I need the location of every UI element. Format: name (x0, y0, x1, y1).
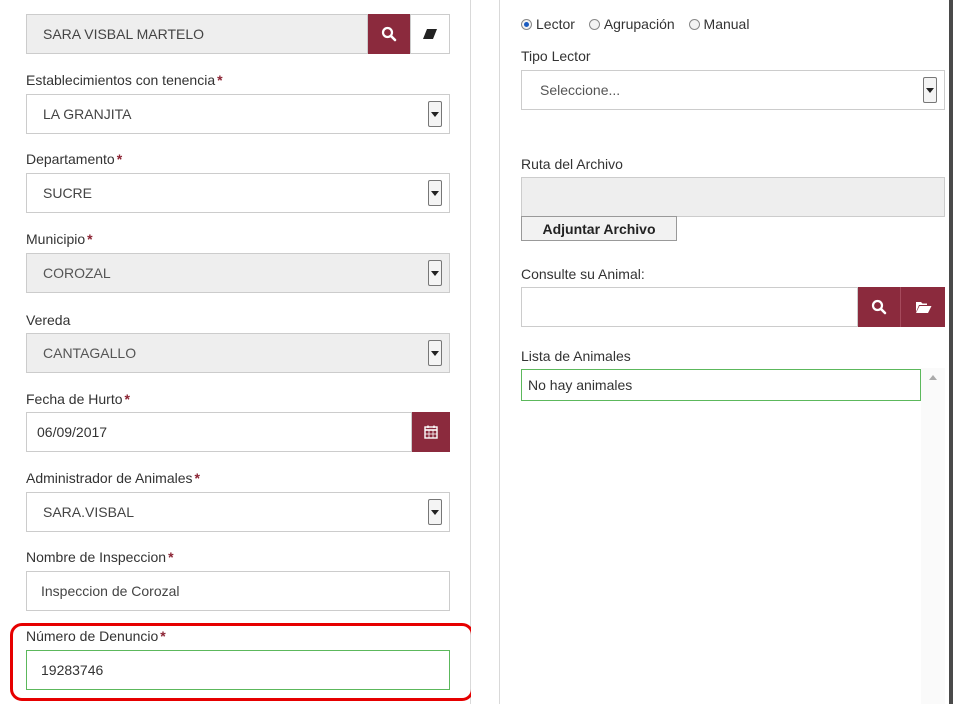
calendar-icon (424, 425, 438, 439)
right-form-panel: Lector Agrupación Manual Tipo Lector Sel… (499, 0, 953, 704)
reader-type-label: Tipo Lector (521, 48, 591, 64)
chevron-down-icon[interactable] (428, 101, 442, 127)
vereda-value: CANTAGALLO (43, 345, 137, 361)
chevron-down-icon[interactable] (428, 180, 442, 206)
folder-open-icon (915, 301, 931, 313)
required-marker: * (87, 231, 93, 247)
vereda-select[interactable]: CANTAGALLO (26, 333, 450, 373)
animal-search-label: Consulte su Animal: (521, 266, 645, 282)
chevron-down-icon[interactable] (923, 77, 937, 103)
owner-value: SARA VISBAL MARTELO (43, 26, 205, 42)
animal-search-button[interactable] (858, 287, 901, 327)
theft-date-label-text: Fecha de Hurto (26, 391, 123, 407)
vereda-label-text: Vereda (26, 312, 71, 328)
required-marker: * (124, 391, 130, 407)
theft-date-label: Fecha de Hurto * (26, 391, 130, 407)
inspection-name-label: Nombre de Inspeccion * (26, 549, 174, 565)
window-edge (949, 0, 953, 704)
annotation-highlight (10, 623, 474, 701)
required-marker: * (217, 72, 223, 88)
date-picker-button[interactable] (412, 412, 450, 452)
eraser-icon (423, 29, 437, 39)
open-folder-button[interactable] (901, 287, 945, 327)
department-select[interactable]: SUCRE (26, 173, 450, 213)
mode-radio-group: Lector Agrupación Manual (521, 16, 749, 32)
animal-list-box[interactable]: No hay animales (521, 369, 921, 401)
inspection-name-input[interactable]: Inspeccion de Corozal (26, 571, 450, 611)
attach-file-button[interactable]: Adjuntar Archivo (521, 216, 677, 241)
vereda-label: Vereda (26, 312, 70, 328)
establishments-label-text: Establecimientos con tenencia (26, 72, 216, 88)
animal-list-empty-text: No hay animales (528, 377, 633, 393)
animal-list-label: Lista de Animales (521, 348, 631, 364)
inspection-name-value: Inspeccion de Corozal (41, 583, 180, 599)
radio-button[interactable] (521, 19, 532, 30)
required-marker: * (116, 151, 123, 167)
municipality-select[interactable]: COROZAL (26, 253, 450, 293)
establishments-value: LA GRANJITA (43, 106, 132, 122)
chevron-down-icon[interactable] (428, 260, 442, 286)
scroll-up-arrow-icon[interactable] (929, 375, 937, 380)
radio-label: Manual (703, 16, 750, 32)
department-label: Departamento * (26, 151, 122, 167)
owner-clear-button[interactable] (410, 14, 450, 54)
animal-list-scrollbar[interactable] (921, 368, 945, 704)
animal-admin-label: Administrador de Animales * (26, 470, 200, 486)
radio-agrupacion[interactable]: Agrupación (588, 16, 675, 32)
department-value: SUCRE (43, 185, 93, 201)
department-label-text: Departamento (26, 151, 115, 167)
chevron-down-icon[interactable] (428, 340, 442, 366)
file-path-input[interactable] (521, 177, 945, 217)
establishments-select[interactable]: LA GRANJITA (26, 94, 450, 134)
radio-label: Agrupación (603, 16, 675, 32)
theft-date-input[interactable]: 06/09/2017 (26, 412, 412, 452)
radio-button[interactable] (688, 19, 700, 30)
municipality-label-text: Municipio (26, 231, 86, 247)
inspection-name-label-text: Nombre de Inspeccion (26, 549, 167, 565)
radio-lector[interactable]: Lector (521, 16, 575, 32)
required-marker: * (194, 470, 200, 486)
municipality-label: Municipio * (26, 231, 93, 247)
file-path-label: Ruta del Archivo (521, 156, 623, 172)
animal-admin-select[interactable]: SARA.VISBAL (26, 492, 450, 532)
establishments-label: Establecimientos con tenencia * (26, 72, 223, 88)
animal-admin-label-text: Administrador de Animales (26, 470, 193, 486)
chevron-down-icon[interactable] (428, 499, 442, 525)
owner-search-button[interactable] (368, 14, 410, 54)
reader-type-select[interactable]: Seleccione... (521, 70, 945, 110)
animal-search-input[interactable] (521, 287, 858, 327)
radio-button[interactable] (588, 19, 600, 30)
search-icon (381, 26, 397, 42)
left-form-panel: SARA VISBAL MARTELO Establecimientos con… (0, 0, 474, 704)
reader-type-value: Seleccione... (540, 82, 621, 98)
theft-date-value: 06/09/2017 (37, 424, 108, 440)
radio-label: Lector (536, 16, 575, 32)
owner-field[interactable]: SARA VISBAL MARTELO (26, 14, 368, 54)
required-marker: * (168, 549, 174, 565)
panel-gutter (471, 0, 499, 704)
search-icon (871, 299, 887, 315)
animal-admin-value: SARA.VISBAL (43, 504, 135, 520)
radio-manual[interactable]: Manual (688, 16, 750, 32)
municipality-value: COROZAL (43, 265, 111, 281)
